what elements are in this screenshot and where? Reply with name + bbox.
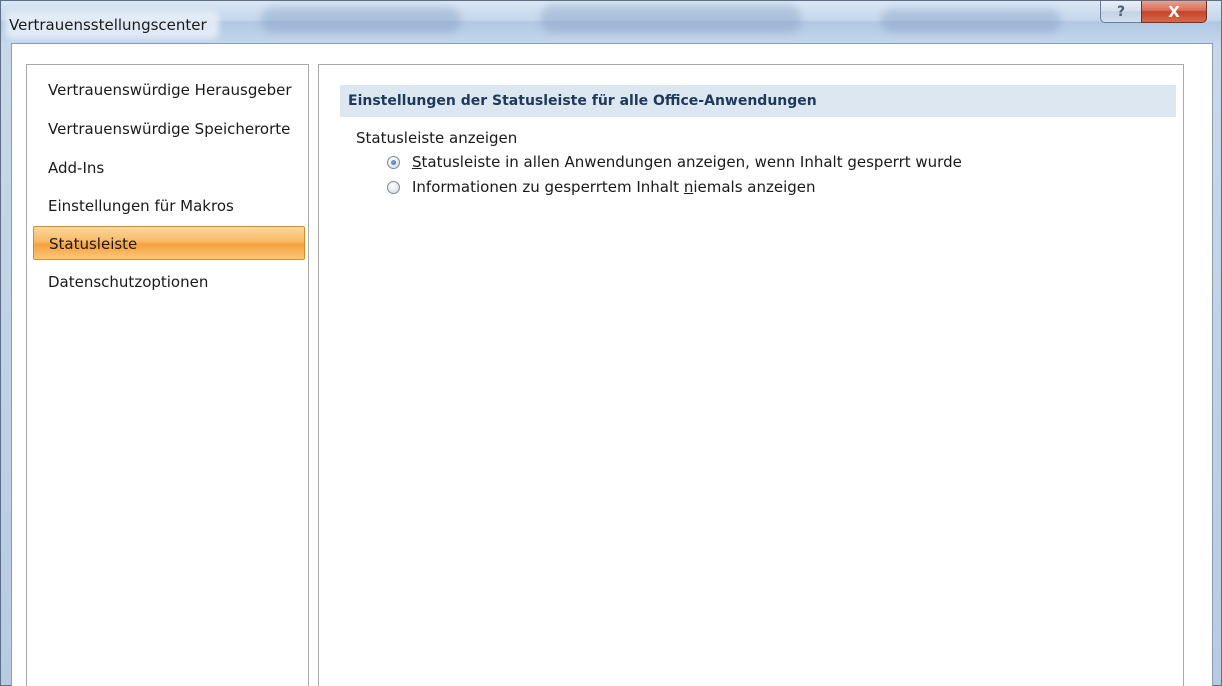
radio-option-label: Statusleiste in allen Anwendungen anzeig… xyxy=(412,153,962,171)
sidebar-item-trusted-publishers[interactable]: Vertrauenswürdige Herausgeber xyxy=(33,73,305,107)
sidebar-item-trusted-locations[interactable]: Vertrauenswürdige Speicherorte xyxy=(33,112,305,146)
title-bar-background-blur xyxy=(541,5,801,33)
help-button[interactable]: ? xyxy=(1100,1,1142,23)
sidebar-item-label: Einstellungen für Makros xyxy=(48,197,234,215)
settings-panel: Einstellungen der Statusleiste für alle … xyxy=(318,64,1184,686)
sidebar-item-label: Vertrauenswürdige Herausgeber xyxy=(48,81,292,99)
radio-option-label: Informationen zu gesperrtem Inhalt niema… xyxy=(412,178,816,196)
sidebar-item-privacy-options[interactable]: Datenschutzoptionen xyxy=(33,265,305,299)
radio-button-checked[interactable] xyxy=(387,155,400,169)
sidebar-item-status-bar[interactable]: Statusleiste xyxy=(33,226,305,260)
sidebar-item-add-ins[interactable]: Add-Ins xyxy=(33,151,305,185)
help-icon: ? xyxy=(1116,3,1126,20)
accelerator-key: S xyxy=(412,153,422,171)
sidebar-item-label: Vertrauenswürdige Speicherorte xyxy=(48,120,291,138)
title-bar-background-blur xyxy=(881,9,1061,33)
sidebar-item-macro-settings[interactable]: Einstellungen für Makros xyxy=(33,189,305,223)
close-icon: X xyxy=(1168,2,1180,21)
accelerator-key: n xyxy=(683,178,694,196)
radio-button-unchecked[interactable] xyxy=(387,180,400,194)
close-button[interactable]: X xyxy=(1141,1,1207,23)
dialog-client-area: Vertrauenswürdige Herausgeber Vertrauens… xyxy=(11,43,1213,686)
radio-option-never-show[interactable]: Informationen zu gesperrtem Inhalt niema… xyxy=(387,176,816,198)
sidebar-item-label: Datenschutzoptionen xyxy=(48,273,209,291)
group-label: Statusleiste anzeigen xyxy=(356,129,518,147)
window-title: Vertrauensstellungscenter xyxy=(9,15,215,35)
title-bar-background-blur xyxy=(261,7,461,33)
sidebar-item-label: Statusleiste xyxy=(49,235,138,253)
sidebar-item-label: Add-Ins xyxy=(48,159,105,177)
trust-center-dialog: Vertrauensstellungscenter ? X Vertrauens… xyxy=(0,0,1222,686)
title-bar[interactable]: Vertrauensstellungscenter ? X xyxy=(1,1,1221,43)
section-header: Einstellungen der Statusleiste für alle … xyxy=(340,85,1176,117)
category-sidebar: Vertrauenswürdige Herausgeber Vertrauens… xyxy=(26,64,309,686)
radio-option-show-statusbar[interactable]: Statusleiste in allen Anwendungen anzeig… xyxy=(387,151,962,173)
